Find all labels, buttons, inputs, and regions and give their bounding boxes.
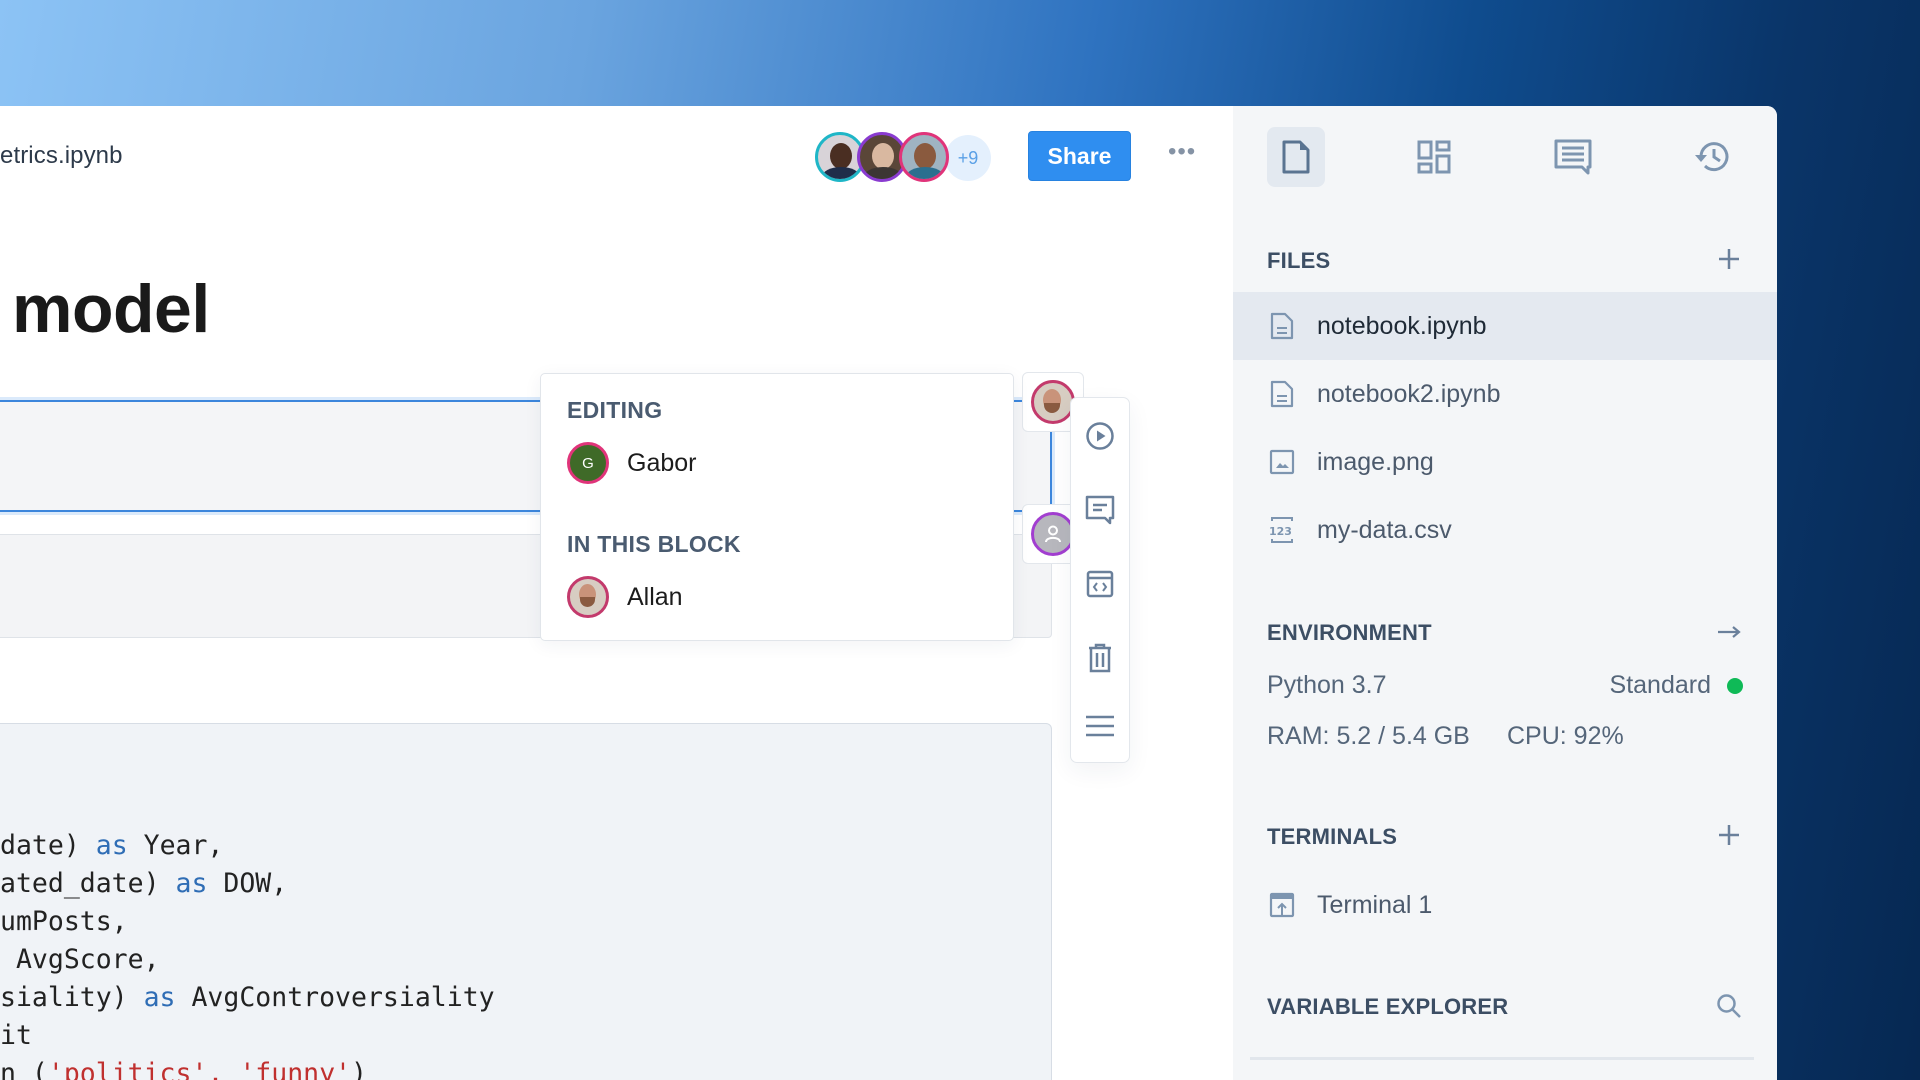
- code-token: siality): [0, 982, 144, 1013]
- tab-files[interactable]: [1267, 127, 1325, 187]
- code-line: umPosts,: [0, 903, 495, 941]
- file-item[interactable]: notebook2.ipynb: [1233, 360, 1777, 428]
- code-string: 'politics', 'funny': [47, 1058, 352, 1080]
- comments-icon: [1554, 139, 1592, 175]
- editing-user-row: G Gabor: [567, 442, 696, 484]
- add-terminal-button[interactable]: [1713, 819, 1745, 851]
- more-options-icon[interactable]: •••: [1168, 138, 1196, 174]
- search-icon: [1717, 994, 1741, 1018]
- open-environment-button[interactable]: [1713, 616, 1745, 648]
- environment-cpu: CPU: 92%: [1507, 722, 1624, 750]
- presence-popover: EDITING G Gabor IN THIS BLOCK Allan: [540, 373, 1014, 641]
- block-toolbar: [1070, 397, 1130, 763]
- user-name: Allan: [627, 582, 683, 611]
- user-avatar: [1031, 380, 1075, 424]
- environment-runtime: Python 3.7: [1267, 671, 1387, 699]
- code-block-icon: [1086, 570, 1114, 598]
- trash-icon: [1089, 643, 1111, 673]
- user-avatar: [567, 576, 609, 618]
- notebook-file-icon: [1267, 311, 1297, 341]
- embed-block-button[interactable]: [1071, 562, 1129, 606]
- right-sidebar: FILES notebook.ipynb notebook2.ipynb ima…: [1233, 106, 1777, 1080]
- image-file-icon: [1267, 447, 1297, 477]
- dashboard-icon: [1417, 140, 1451, 174]
- code-token: DOW,: [207, 868, 288, 899]
- file-name: notebook.ipynb: [1317, 311, 1487, 340]
- file-name: image.png: [1317, 447, 1434, 476]
- code-token: it: [0, 1020, 32, 1051]
- terminal-icon: [1267, 890, 1297, 920]
- comment-icon: [1085, 495, 1115, 525]
- code-token: ): [351, 1058, 367, 1080]
- in-block-user-row: Allan: [567, 576, 683, 618]
- code-line: ated_date) as DOW,: [0, 865, 495, 903]
- file-item[interactable]: 123 my-data.csv: [1233, 496, 1777, 564]
- terminal-name: Terminal 1: [1317, 890, 1433, 919]
- in-block-label: IN THIS BLOCK: [567, 531, 741, 557]
- code-line: date) as Year,: [0, 827, 495, 865]
- code-token: n (: [0, 1058, 48, 1080]
- user-icon: [1045, 525, 1061, 543]
- menu-icon: [1086, 715, 1114, 737]
- arrow-right-icon: [1718, 626, 1741, 638]
- status-indicator: [1727, 677, 1743, 694]
- search-variables-button[interactable]: [1713, 990, 1745, 1022]
- tab-history[interactable]: [1683, 127, 1741, 187]
- notebook-title[interactable]: etrics.ipynb: [0, 142, 123, 170]
- code-keyword: as: [143, 982, 176, 1013]
- collaborator-avatar[interactable]: [899, 132, 949, 182]
- play-icon: [1086, 422, 1114, 450]
- user-avatar: G: [567, 442, 609, 484]
- add-file-button[interactable]: [1713, 243, 1745, 275]
- code-keyword: as: [175, 868, 208, 899]
- code-keyword: as: [95, 830, 128, 861]
- csv-file-icon: 123: [1267, 515, 1297, 545]
- user-name: Gabor: [627, 448, 697, 477]
- code-token: umPosts,: [0, 906, 128, 937]
- code-editor[interactable]: date) as Year, ated_date) as DOW, umPosts,…: [0, 827, 495, 1080]
- comment-block-button[interactable]: [1071, 488, 1129, 532]
- code-line: it: [0, 1017, 495, 1055]
- share-button[interactable]: Share: [1028, 131, 1131, 181]
- app-window: etrics.ipynb +9 Share ••• model date) as…: [0, 106, 1777, 1080]
- environment-ram: RAM: 5.2 / 5.4 GB: [1267, 722, 1470, 750]
- file-item[interactable]: notebook.ipynb: [1233, 292, 1777, 360]
- environment-section-title: ENVIRONMENT: [1267, 620, 1432, 645]
- files-section-title: FILES: [1267, 248, 1331, 273]
- code-line: n ('politics', 'funny'): [0, 1055, 495, 1080]
- history-icon: [1695, 142, 1729, 172]
- block-menu-button[interactable]: [1071, 704, 1129, 748]
- terminals-section-title: TERMINALS: [1267, 824, 1398, 849]
- variable-explorer-section-title: VARIABLE EXPLORER: [1267, 994, 1509, 1019]
- file-icon: [1282, 140, 1310, 174]
- plus-icon: [1719, 825, 1739, 845]
- code-token: ated_date): [0, 868, 176, 899]
- code-token: AvgScore,: [0, 944, 160, 975]
- environment-machine[interactable]: Standard: [1610, 671, 1743, 700]
- code-line: AvgScore,: [0, 941, 495, 979]
- file-item[interactable]: image.png: [1233, 428, 1777, 496]
- file-name: my-data.csv: [1317, 515, 1452, 544]
- svg-text:123: 123: [1269, 525, 1292, 538]
- collaborator-avatars[interactable]: +9: [815, 132, 991, 184]
- file-name: notebook2.ipynb: [1317, 379, 1501, 408]
- delete-block-button[interactable]: [1071, 636, 1129, 680]
- machine-type: Standard: [1609, 671, 1711, 699]
- notebook-file-icon: [1267, 379, 1297, 409]
- code-token: Year,: [127, 830, 224, 861]
- more-collaborators-badge[interactable]: +9: [945, 135, 991, 181]
- code-token: AvgControversiality: [175, 982, 495, 1013]
- tab-blocks[interactable]: [1405, 127, 1463, 187]
- terminal-item[interactable]: Terminal 1: [1233, 871, 1777, 939]
- editing-label: EDITING: [567, 397, 663, 423]
- sidebar-divider: [1250, 1057, 1754, 1060]
- tab-comments[interactable]: [1544, 127, 1602, 187]
- user-avatar: [1031, 512, 1075, 556]
- plus-icon: [1719, 249, 1739, 269]
- code-token: date): [0, 830, 96, 861]
- notebook-heading: model: [12, 271, 210, 347]
- notebook-area: etrics.ipynb +9 Share ••• model date) as…: [0, 106, 1233, 1080]
- code-line: siality) as AvgControversiality: [0, 979, 495, 1017]
- run-block-button[interactable]: [1071, 414, 1129, 458]
